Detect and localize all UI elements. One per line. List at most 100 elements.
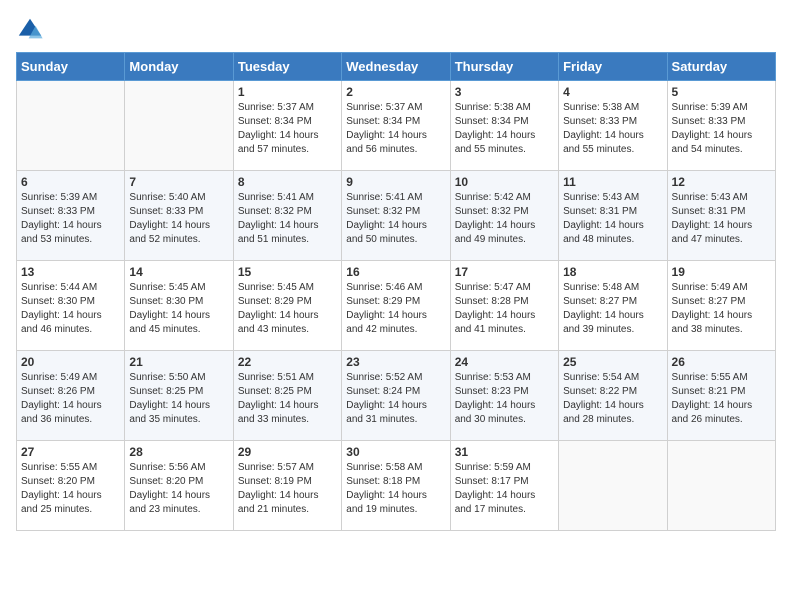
day-info: Sunrise: 5:51 AMSunset: 8:25 PMDaylight:… (238, 371, 337, 427)
day-info: Sunrise: 5:50 AMSunset: 8:25 PMDaylight:… (129, 371, 228, 427)
calendar-cell (667, 441, 775, 531)
weekday-header: Tuesday (233, 53, 341, 81)
day-number: 24 (455, 355, 554, 369)
day-number: 23 (346, 355, 445, 369)
calendar-week-row: 13 Sunrise: 5:44 AMSunset: 8:30 PMDaylig… (17, 261, 776, 351)
day-number: 25 (563, 355, 662, 369)
calendar-cell: 28 Sunrise: 5:56 AMSunset: 8:20 PMDaylig… (125, 441, 233, 531)
day-info: Sunrise: 5:48 AMSunset: 8:27 PMDaylight:… (563, 281, 662, 337)
calendar-cell: 30 Sunrise: 5:58 AMSunset: 8:18 PMDaylig… (342, 441, 450, 531)
calendar-cell: 31 Sunrise: 5:59 AMSunset: 8:17 PMDaylig… (450, 441, 558, 531)
day-info: Sunrise: 5:46 AMSunset: 8:29 PMDaylight:… (346, 281, 445, 337)
calendar-header-row: SundayMondayTuesdayWednesdayThursdayFrid… (17, 53, 776, 81)
calendar-cell: 13 Sunrise: 5:44 AMSunset: 8:30 PMDaylig… (17, 261, 125, 351)
day-info: Sunrise: 5:56 AMSunset: 8:20 PMDaylight:… (129, 461, 228, 517)
calendar-cell: 16 Sunrise: 5:46 AMSunset: 8:29 PMDaylig… (342, 261, 450, 351)
day-info: Sunrise: 5:42 AMSunset: 8:32 PMDaylight:… (455, 191, 554, 247)
calendar-cell (17, 81, 125, 171)
calendar-cell: 14 Sunrise: 5:45 AMSunset: 8:30 PMDaylig… (125, 261, 233, 351)
calendar-cell: 8 Sunrise: 5:41 AMSunset: 8:32 PMDayligh… (233, 171, 341, 261)
day-number: 3 (455, 85, 554, 99)
day-number: 17 (455, 265, 554, 279)
calendar-cell: 7 Sunrise: 5:40 AMSunset: 8:33 PMDayligh… (125, 171, 233, 261)
day-info: Sunrise: 5:52 AMSunset: 8:24 PMDaylight:… (346, 371, 445, 427)
calendar-cell: 29 Sunrise: 5:57 AMSunset: 8:19 PMDaylig… (233, 441, 341, 531)
weekday-header: Sunday (17, 53, 125, 81)
day-info: Sunrise: 5:58 AMSunset: 8:18 PMDaylight:… (346, 461, 445, 517)
weekday-header: Thursday (450, 53, 558, 81)
day-number: 7 (129, 175, 228, 189)
logo-icon (16, 16, 44, 44)
day-info: Sunrise: 5:49 AMSunset: 8:26 PMDaylight:… (21, 371, 120, 427)
calendar-cell: 23 Sunrise: 5:52 AMSunset: 8:24 PMDaylig… (342, 351, 450, 441)
day-info: Sunrise: 5:45 AMSunset: 8:30 PMDaylight:… (129, 281, 228, 337)
day-info: Sunrise: 5:43 AMSunset: 8:31 PMDaylight:… (672, 191, 771, 247)
day-info: Sunrise: 5:53 AMSunset: 8:23 PMDaylight:… (455, 371, 554, 427)
day-number: 28 (129, 445, 228, 459)
day-info: Sunrise: 5:41 AMSunset: 8:32 PMDaylight:… (238, 191, 337, 247)
day-number: 22 (238, 355, 337, 369)
day-info: Sunrise: 5:38 AMSunset: 8:34 PMDaylight:… (455, 101, 554, 157)
weekday-header: Monday (125, 53, 233, 81)
page-header (16, 16, 776, 44)
calendar-cell: 25 Sunrise: 5:54 AMSunset: 8:22 PMDaylig… (559, 351, 667, 441)
day-number: 18 (563, 265, 662, 279)
calendar-cell: 5 Sunrise: 5:39 AMSunset: 8:33 PMDayligh… (667, 81, 775, 171)
day-info: Sunrise: 5:37 AMSunset: 8:34 PMDaylight:… (346, 101, 445, 157)
day-number: 31 (455, 445, 554, 459)
calendar-cell: 10 Sunrise: 5:42 AMSunset: 8:32 PMDaylig… (450, 171, 558, 261)
day-number: 12 (672, 175, 771, 189)
day-number: 26 (672, 355, 771, 369)
calendar-cell (125, 81, 233, 171)
day-info: Sunrise: 5:47 AMSunset: 8:28 PMDaylight:… (455, 281, 554, 337)
calendar-cell: 6 Sunrise: 5:39 AMSunset: 8:33 PMDayligh… (17, 171, 125, 261)
calendar-cell: 18 Sunrise: 5:48 AMSunset: 8:27 PMDaylig… (559, 261, 667, 351)
calendar-cell: 22 Sunrise: 5:51 AMSunset: 8:25 PMDaylig… (233, 351, 341, 441)
day-info: Sunrise: 5:39 AMSunset: 8:33 PMDaylight:… (21, 191, 120, 247)
calendar-cell: 26 Sunrise: 5:55 AMSunset: 8:21 PMDaylig… (667, 351, 775, 441)
day-number: 5 (672, 85, 771, 99)
calendar-week-row: 1 Sunrise: 5:37 AMSunset: 8:34 PMDayligh… (17, 81, 776, 171)
day-number: 2 (346, 85, 445, 99)
calendar-cell: 12 Sunrise: 5:43 AMSunset: 8:31 PMDaylig… (667, 171, 775, 261)
calendar-cell: 19 Sunrise: 5:49 AMSunset: 8:27 PMDaylig… (667, 261, 775, 351)
day-number: 27 (21, 445, 120, 459)
calendar-cell: 15 Sunrise: 5:45 AMSunset: 8:29 PMDaylig… (233, 261, 341, 351)
day-number: 30 (346, 445, 445, 459)
day-number: 21 (129, 355, 228, 369)
day-info: Sunrise: 5:49 AMSunset: 8:27 PMDaylight:… (672, 281, 771, 337)
day-info: Sunrise: 5:55 AMSunset: 8:21 PMDaylight:… (672, 371, 771, 427)
calendar-cell: 20 Sunrise: 5:49 AMSunset: 8:26 PMDaylig… (17, 351, 125, 441)
calendar-cell: 2 Sunrise: 5:37 AMSunset: 8:34 PMDayligh… (342, 81, 450, 171)
calendar-cell (559, 441, 667, 531)
day-info: Sunrise: 5:43 AMSunset: 8:31 PMDaylight:… (563, 191, 662, 247)
day-number: 15 (238, 265, 337, 279)
calendar-cell: 17 Sunrise: 5:47 AMSunset: 8:28 PMDaylig… (450, 261, 558, 351)
weekday-header: Friday (559, 53, 667, 81)
calendar-cell: 4 Sunrise: 5:38 AMSunset: 8:33 PMDayligh… (559, 81, 667, 171)
calendar-cell: 21 Sunrise: 5:50 AMSunset: 8:25 PMDaylig… (125, 351, 233, 441)
calendar-cell: 24 Sunrise: 5:53 AMSunset: 8:23 PMDaylig… (450, 351, 558, 441)
day-info: Sunrise: 5:57 AMSunset: 8:19 PMDaylight:… (238, 461, 337, 517)
calendar-week-row: 6 Sunrise: 5:39 AMSunset: 8:33 PMDayligh… (17, 171, 776, 261)
calendar-cell: 1 Sunrise: 5:37 AMSunset: 8:34 PMDayligh… (233, 81, 341, 171)
logo (16, 16, 48, 44)
day-number: 1 (238, 85, 337, 99)
day-number: 19 (672, 265, 771, 279)
day-number: 16 (346, 265, 445, 279)
day-number: 29 (238, 445, 337, 459)
day-info: Sunrise: 5:44 AMSunset: 8:30 PMDaylight:… (21, 281, 120, 337)
day-info: Sunrise: 5:41 AMSunset: 8:32 PMDaylight:… (346, 191, 445, 247)
weekday-header: Saturday (667, 53, 775, 81)
calendar-week-row: 20 Sunrise: 5:49 AMSunset: 8:26 PMDaylig… (17, 351, 776, 441)
calendar-cell: 27 Sunrise: 5:55 AMSunset: 8:20 PMDaylig… (17, 441, 125, 531)
day-number: 11 (563, 175, 662, 189)
day-info: Sunrise: 5:45 AMSunset: 8:29 PMDaylight:… (238, 281, 337, 337)
calendar-cell: 11 Sunrise: 5:43 AMSunset: 8:31 PMDaylig… (559, 171, 667, 261)
day-info: Sunrise: 5:55 AMSunset: 8:20 PMDaylight:… (21, 461, 120, 517)
day-number: 13 (21, 265, 120, 279)
calendar-cell: 3 Sunrise: 5:38 AMSunset: 8:34 PMDayligh… (450, 81, 558, 171)
day-number: 8 (238, 175, 337, 189)
day-number: 4 (563, 85, 662, 99)
calendar-table: SundayMondayTuesdayWednesdayThursdayFrid… (16, 52, 776, 531)
